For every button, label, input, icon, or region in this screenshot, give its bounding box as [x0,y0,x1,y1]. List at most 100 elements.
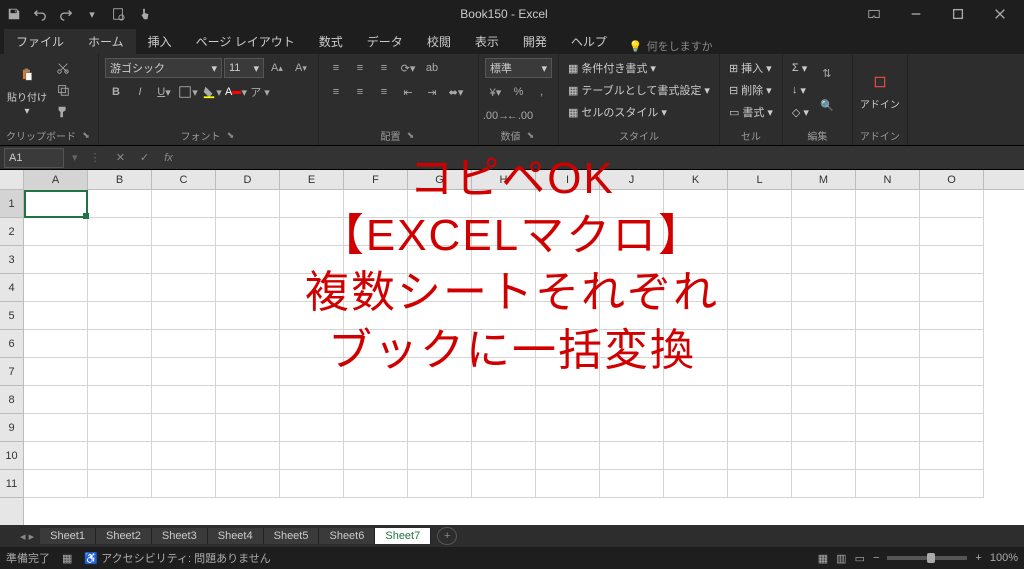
cell[interactable] [536,386,600,414]
decrease-font-icon[interactable]: A▾ [290,58,312,78]
save-icon[interactable] [4,4,24,24]
column-header[interactable]: A [24,170,88,190]
cell[interactable] [280,190,344,218]
cell[interactable] [920,218,984,246]
cell[interactable] [344,442,408,470]
cell[interactable] [792,358,856,386]
cell[interactable] [88,442,152,470]
border-button[interactable]: ▾ [177,82,199,102]
cell[interactable] [920,442,984,470]
cell[interactable] [664,442,728,470]
sheet-tab[interactable]: Sheet6 [319,528,375,544]
cell[interactable] [216,274,280,302]
tab-data[interactable]: データ [355,29,415,54]
fx-icon[interactable]: fx [157,148,181,168]
cell[interactable] [792,330,856,358]
paste-button[interactable]: 貼り付け ▾ [6,58,48,122]
cell[interactable] [24,274,88,302]
zoom-in-button[interactable]: + [975,552,981,564]
column-header[interactable]: F [344,170,408,190]
cell[interactable] [152,358,216,386]
cell[interactable] [664,218,728,246]
cell[interactable] [472,358,536,386]
cell[interactable] [408,414,472,442]
cell[interactable] [728,442,792,470]
cell[interactable] [88,302,152,330]
minimize-button[interactable] [896,1,936,27]
cell[interactable] [792,470,856,498]
cell[interactable] [152,218,216,246]
cell[interactable] [152,414,216,442]
cell[interactable] [792,218,856,246]
column-header[interactable]: M [792,170,856,190]
enter-icon[interactable]: ✓ [133,148,157,168]
cell[interactable] [920,414,984,442]
cell[interactable] [600,218,664,246]
cell-grid[interactable]: 1234567891011 [0,190,1024,525]
cell[interactable] [408,190,472,218]
cell[interactable] [728,330,792,358]
format-as-table-button[interactable]: ▦テーブルとして書式設定 ▾ [565,80,713,100]
cell[interactable] [664,246,728,274]
cell[interactable] [472,302,536,330]
cell[interactable] [664,470,728,498]
select-all-corner[interactable] [0,170,24,190]
cell[interactable] [856,274,920,302]
cell[interactable] [216,470,280,498]
cell[interactable] [24,302,88,330]
percent-icon[interactable]: % [508,82,529,102]
row-header[interactable]: 2 [0,218,23,246]
cell[interactable] [792,302,856,330]
cell[interactable] [856,470,920,498]
column-header[interactable]: N [856,170,920,190]
column-header[interactable]: D [216,170,280,190]
cell[interactable] [472,386,536,414]
column-header[interactable]: O [920,170,984,190]
cell[interactable] [856,190,920,218]
row-header[interactable]: 8 [0,386,23,414]
tab-file[interactable]: ファイル [4,29,76,54]
tab-help[interactable]: ヘルプ [559,29,619,54]
cell[interactable] [536,246,600,274]
cell[interactable] [920,302,984,330]
ribbon-options-icon[interactable] [854,1,894,27]
cell[interactable] [24,358,88,386]
cell[interactable] [24,246,88,274]
cell[interactable] [344,358,408,386]
cell[interactable] [728,274,792,302]
column-header[interactable]: I [536,170,600,190]
sheet-tab[interactable]: Sheet3 [152,528,208,544]
zoom-level[interactable]: 100% [990,552,1018,564]
tab-view[interactable]: 表示 [463,29,511,54]
cell[interactable] [792,190,856,218]
autosum-button[interactable]: Σ ▾ [789,58,812,78]
cell[interactable] [88,218,152,246]
sheet-tab[interactable]: Sheet2 [96,528,152,544]
cell[interactable] [728,386,792,414]
cell[interactable] [536,190,600,218]
cell[interactable] [664,330,728,358]
cell[interactable] [88,358,152,386]
cell[interactable] [88,246,152,274]
cell[interactable] [88,470,152,498]
cell[interactable] [920,190,984,218]
bold-button[interactable]: B [105,82,127,102]
redo-icon[interactable] [56,4,76,24]
font-color-button[interactable]: A▾ [225,82,247,102]
column-header[interactable]: J [600,170,664,190]
copy-icon[interactable] [52,80,74,100]
cell[interactable] [664,414,728,442]
cell[interactable] [728,302,792,330]
cell[interactable] [600,330,664,358]
view-normal-icon[interactable]: ▦ [818,552,828,565]
undo-icon[interactable] [30,4,50,24]
cell[interactable] [600,302,664,330]
qat-dropdown-icon[interactable]: ▾ [82,4,102,24]
cell[interactable] [280,414,344,442]
cell[interactable] [408,442,472,470]
cell[interactable] [24,190,88,218]
cell[interactable] [728,246,792,274]
row-header[interactable]: 10 [0,442,23,470]
find-select-icon[interactable]: 🔍 [816,90,838,120]
cell[interactable] [408,470,472,498]
